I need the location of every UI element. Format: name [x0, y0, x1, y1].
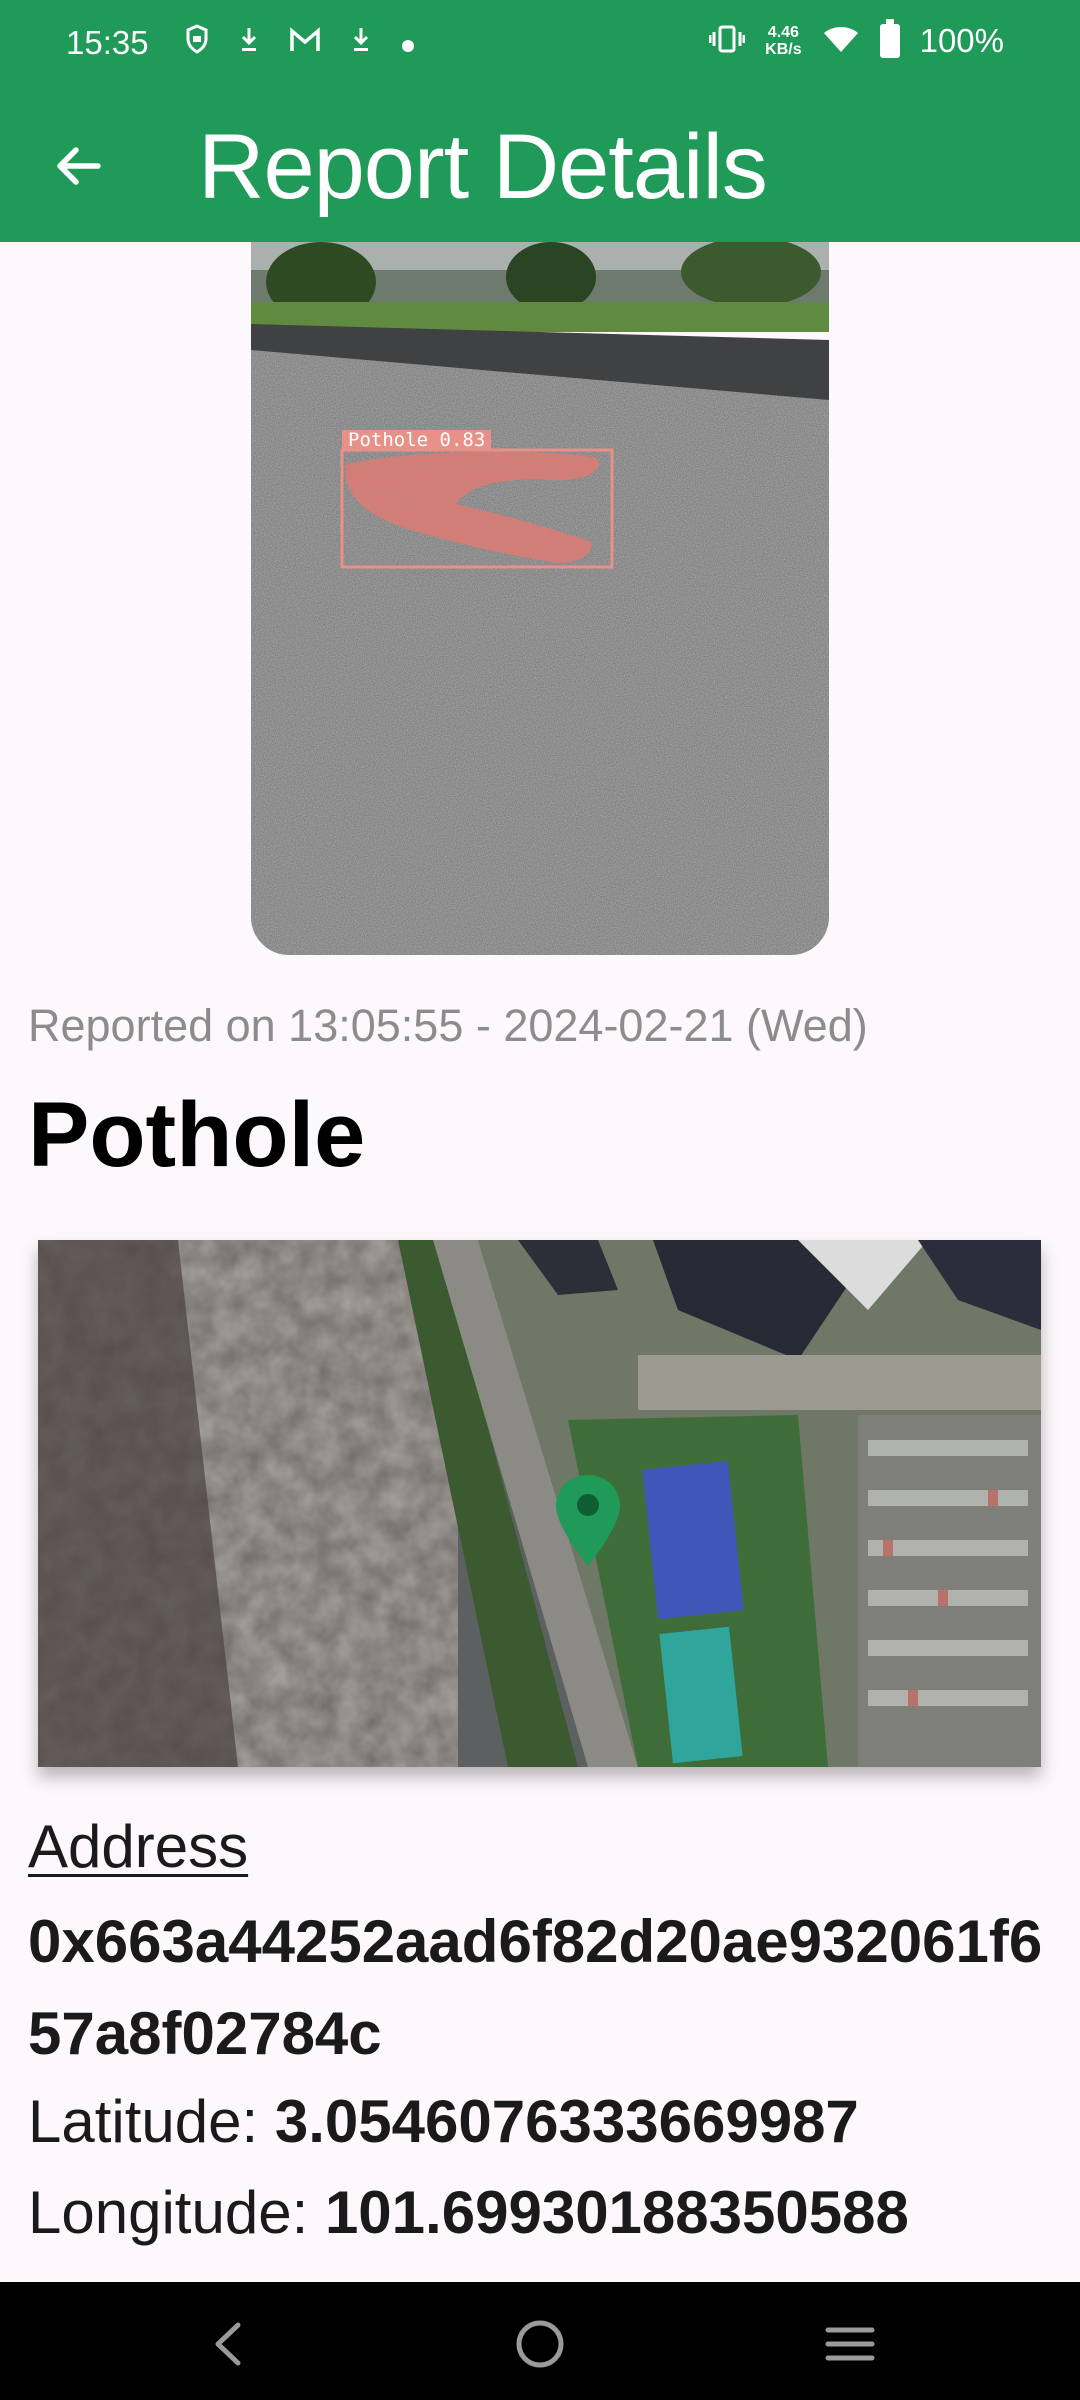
vibrate-icon — [708, 24, 746, 59]
battery-icon — [879, 19, 900, 58]
status-bar: 15:35 4.46 KB/s 100% — [0, 0, 1080, 90]
nav-recents-button[interactable] — [810, 2304, 890, 2384]
reported-on-text: Reported on 13:05:55 - 2024-02-21 (Wed) — [28, 1000, 868, 1051]
back-button[interactable] — [40, 128, 116, 204]
latitude-row: Latitude: 3.0546076333669987 — [28, 2084, 859, 2160]
report-photo: Pothole 0.83 — [251, 242, 829, 955]
page-title: Report Details — [198, 116, 768, 218]
longitude-row: Longitude: 101.69930188350588 — [28, 2175, 909, 2251]
address-label: Address — [28, 1813, 249, 1880]
dot-icon — [401, 24, 415, 64]
download-icon — [351, 24, 371, 64]
arrow-back-icon — [57, 147, 101, 185]
gmail-icon — [289, 24, 321, 64]
status-right: 4.46 KB/s 100% — [708, 19, 1004, 60]
latitude-value: 3.0546076333669987 — [274, 2088, 859, 2155]
nav-home-button[interactable] — [500, 2304, 580, 2384]
longitude-value: 101.69930188350588 — [324, 2179, 909, 2246]
nav-recents-icon — [825, 2327, 875, 2361]
longitude-label: Longitude: — [28, 2179, 325, 2246]
net-speed-value: 4.46 — [767, 24, 799, 41]
latitude-label: Latitude: — [28, 2088, 275, 2155]
nav-back-icon — [215, 2322, 241, 2366]
system-nav-bar — [0, 2282, 1080, 2400]
wifi-icon — [822, 24, 860, 59]
download-icon — [239, 24, 259, 64]
shield-icon — [185, 23, 209, 65]
address-value: 0x663a44252aad6f82d20ae932061f657a8f0278… — [28, 1908, 1043, 2067]
net-speed-unit: KB/s — [765, 41, 802, 58]
nav-home-icon — [516, 2320, 564, 2368]
battery-percent: 100% — [919, 22, 1004, 59]
detection-label: Pothole 0.83 — [342, 430, 492, 450]
report-type-title: Pothole — [28, 1084, 366, 1186]
location-map[interactable] — [38, 1240, 1041, 1767]
app-bar: Report Details — [0, 90, 1080, 242]
nav-back-button[interactable] — [188, 2304, 268, 2384]
net-speed: 4.46 KB/s — [765, 24, 801, 58]
notification-icons — [185, 23, 415, 65]
report-details-screen: 15:35 4.46 KB/s 100% Report Details Poth… — [0, 0, 1080, 2400]
location-pin-icon[interactable] — [553, 1472, 623, 1568]
status-time: 15:35 — [66, 24, 149, 61]
